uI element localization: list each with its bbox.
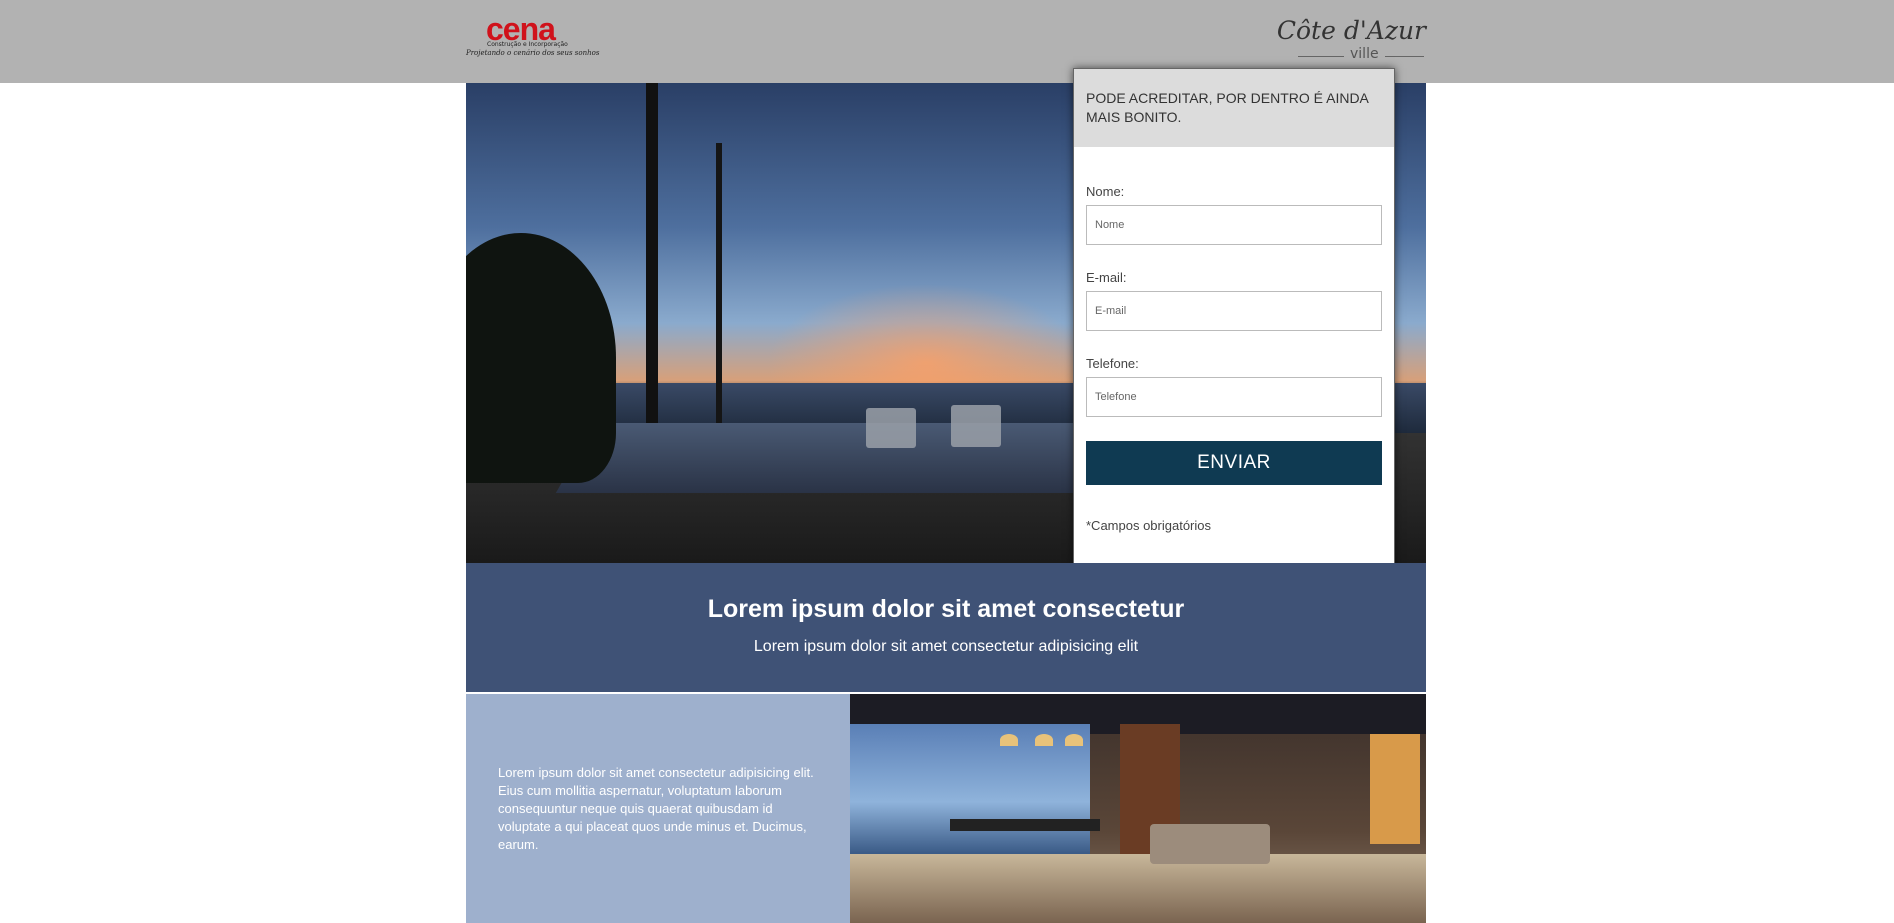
tree-silhouette <box>466 233 616 483</box>
email-field[interactable] <box>1086 291 1382 331</box>
wall-artwork <box>1370 734 1420 844</box>
pendant-lamp <box>1065 734 1083 746</box>
pendant-lamp <box>1000 734 1018 746</box>
phone-field[interactable] <box>1086 377 1382 417</box>
palm-trunk <box>646 83 658 423</box>
infinity-pool <box>555 423 1117 493</box>
dining-table <box>950 819 1100 831</box>
name-field[interactable] <box>1086 205 1382 245</box>
interior-living-room-image <box>850 694 1426 923</box>
submit-button[interactable]: ENVIAR <box>1086 441 1382 485</box>
cote-dazur-logo-script: Côte d'Azur <box>1276 16 1426 45</box>
contact-form: PODE ACREDITAR, POR DENTRO É AINDA MAIS … <box>1073 68 1395 573</box>
tree-trunk <box>716 143 722 423</box>
cena-logo-subtitle: Construção e Incorporação <box>487 41 568 48</box>
band-title: Lorem ipsum dolor sit amet consectetur <box>707 595 1185 623</box>
top-header: cena Construção e Incorporação Projetand… <box>0 0 1894 83</box>
headline-band: Lorem ipsum dolor sit amet consectetur L… <box>466 563 1426 692</box>
lounge-chair <box>951 405 1001 447</box>
name-label: Nome: <box>1086 184 1125 199</box>
panoramic-window <box>850 724 1090 854</box>
email-label: E-mail: <box>1086 270 1127 285</box>
feature-text: Lorem ipsum dolor sit amet consectetur a… <box>498 765 814 852</box>
cena-logo[interactable]: cena Construção e Incorporação Projetand… <box>466 12 600 60</box>
form-heading: PODE ACREDITAR, POR DENTRO É AINDA MAIS … <box>1074 69 1394 147</box>
sofa <box>1150 824 1270 864</box>
cote-dazur-logo-suffix: ville <box>1344 46 1385 62</box>
cena-logo-tagline: Projetando o cenário dos seus sonhos <box>466 49 600 57</box>
band-subtitle: Lorem ipsum dolor sit amet consectetur a… <box>753 638 1139 655</box>
phone-label: Telefone: <box>1086 356 1139 371</box>
lounge-chair <box>866 408 916 448</box>
floor <box>850 854 1426 923</box>
feature-text-panel: Lorem ipsum dolor sit amet consectetur a… <box>466 694 850 923</box>
pendant-lamp <box>1035 734 1053 746</box>
cote-dazur-logo[interactable]: Côte d'Azur ville <box>1277 16 1426 62</box>
required-fields-note: *Campos obrigatórios <box>1086 518 1212 533</box>
